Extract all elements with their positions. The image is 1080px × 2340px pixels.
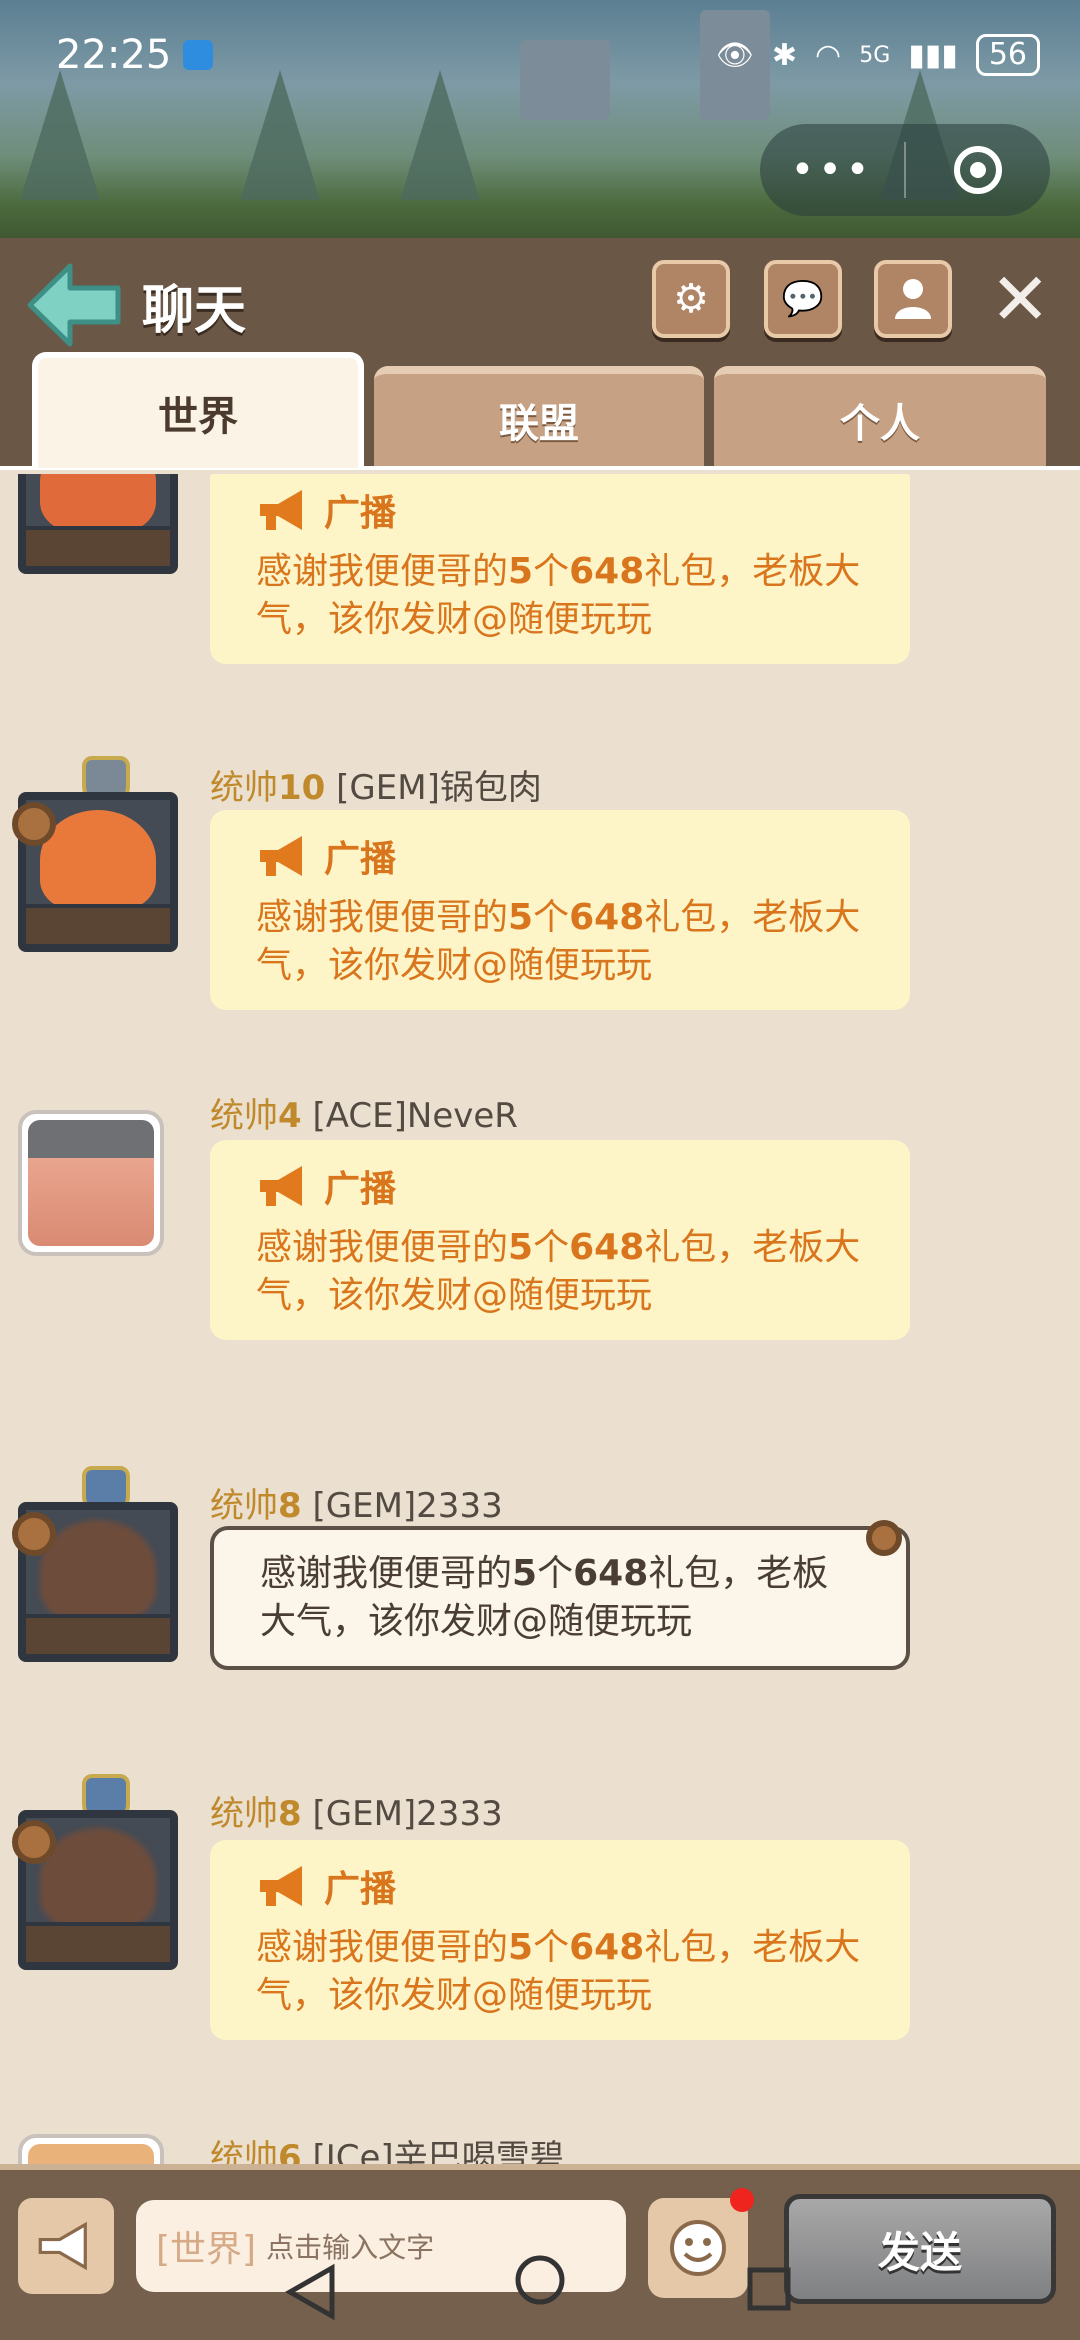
broadcast-bubble: 广播 感谢我便便哥的5个648礼包，老板大气，该你发财@随便玩玩	[210, 1140, 910, 1340]
message-text: 感谢我便便哥的5个648礼包，老板大气，该你发财@随便玩玩	[260, 1553, 829, 1642]
weather-icon	[183, 40, 214, 70]
gear-decoration-icon	[12, 1512, 56, 1556]
wifi-icon: ◠	[815, 37, 842, 73]
tree-decoration	[400, 70, 480, 200]
gear-decoration-icon	[12, 1820, 56, 1864]
player-name[interactable]: 统帅6 [ICe]辛巴喝雪碧	[210, 2130, 564, 2164]
battery-indicator: 56	[975, 34, 1040, 76]
megaphone-icon	[260, 836, 302, 876]
messages-button[interactable]: 💬	[764, 260, 842, 338]
chat-message-list[interactable]: 广播 感谢我便便哥的5个648礼包，老板大气，该你发财@随便玩玩 统帅10 [G…	[0, 474, 1080, 2164]
message-text: 感谢我便便哥的5个648礼包，老板大气，该你发财@随便玩玩	[256, 551, 861, 640]
gear-decoration-icon	[866, 1520, 902, 1556]
gear-icon: ⚙	[673, 276, 709, 322]
signal-icon: ▮▮▮	[908, 37, 958, 73]
chat-input-bar: [世界] 点击输入文字 发送	[0, 2164, 1080, 2340]
megaphone-icon	[260, 1866, 302, 1906]
avatar-frame[interactable]	[18, 1110, 178, 1270]
chat-bubble: 感谢我便便哥的5个648礼包，老板大气，该你发财@随便玩玩	[210, 1526, 910, 1670]
smiley-icon	[670, 2220, 726, 2276]
tab-alliance[interactable]: 联盟	[374, 366, 704, 466]
emoji-button[interactable]	[648, 2198, 748, 2298]
send-button[interactable]: 发送	[784, 2194, 1056, 2304]
more-menu-icon[interactable]: •••	[760, 147, 904, 193]
channel-tag: [世界]	[156, 2229, 257, 2270]
eye-icon: 👁	[715, 37, 754, 73]
chat-header: 聊天 ⚙ 💬 ✕ 世界 联盟 个人	[0, 238, 1080, 470]
player-name[interactable]: 统帅4 [ACE]NeveR	[210, 1088, 518, 1137]
avatar-frame[interactable]	[12, 1466, 178, 1662]
gear-decoration-icon	[12, 802, 56, 846]
broadcast-button[interactable]	[18, 2198, 114, 2294]
tree-decoration	[240, 70, 320, 200]
broadcast-bubble: 广播 感谢我便便哥的5个648礼包，老板大气，该你发财@随便玩玩	[210, 474, 910, 664]
avatar-frame[interactable]	[12, 1774, 178, 1970]
bluetooth-icon: ✱	[771, 37, 798, 73]
broadcast-label: 广播	[324, 1869, 397, 1910]
status-bar: 22:25 👁 ✱ ◠ 5G ▮▮▮ 56	[56, 30, 1040, 80]
chat-bubbles-icon: 💬	[781, 279, 825, 319]
back-arrow-icon[interactable]	[24, 260, 124, 350]
profile-button[interactable]	[874, 260, 952, 338]
settings-button[interactable]: ⚙	[652, 260, 730, 338]
target-icon	[954, 146, 1002, 194]
tree-decoration	[20, 70, 100, 200]
broadcast-label: 广播	[324, 839, 397, 880]
game-banner: 22:25 👁 ✱ ◠ 5G ▮▮▮ 56 •••	[0, 0, 1080, 240]
broadcast-label: 广播	[324, 1169, 397, 1210]
close-miniprogram-button[interactable]	[906, 146, 1050, 194]
player-name[interactable]: 统帅10 [GEM]锅包肉	[210, 760, 542, 809]
avatar-frame[interactable]	[18, 2134, 178, 2164]
miniprogram-capsule: •••	[760, 124, 1050, 216]
player-name[interactable]: 统帅8 [GEM]2333	[210, 1478, 503, 1527]
megaphone-icon	[260, 1166, 302, 1206]
avatar-frame[interactable]	[18, 474, 178, 574]
input-placeholder: 点击输入文字	[266, 2231, 435, 2264]
broadcast-bubble: 广播 感谢我便便哥的5个648礼包，老板大气，该你发财@随便玩玩	[210, 1840, 910, 2040]
megaphone-icon	[38, 2221, 87, 2271]
close-icon[interactable]: ✕	[990, 260, 1050, 338]
broadcast-label: 广播	[324, 493, 397, 534]
status-time: 22:25	[56, 32, 172, 78]
person-icon	[895, 279, 931, 319]
message-input[interactable]: [世界] 点击输入文字	[136, 2200, 626, 2292]
message-text: 感谢我便便哥的5个648礼包，老板大气，该你发财@随便玩玩	[256, 1927, 861, 2016]
megaphone-icon	[260, 490, 302, 530]
avatar-frame[interactable]	[12, 756, 178, 952]
notification-dot	[730, 2188, 754, 2212]
network-label: 5G	[859, 42, 891, 68]
tab-world[interactable]: 世界	[32, 352, 364, 468]
player-name[interactable]: 统帅8 [GEM]2333	[210, 1786, 503, 1835]
page-title: 聊天	[142, 281, 247, 341]
broadcast-bubble: 广播 感谢我便便哥的5个648礼包，老板大气，该你发财@随便玩玩	[210, 810, 910, 1010]
message-text: 感谢我便便哥的5个648礼包，老板大气，该你发财@随便玩玩	[256, 1227, 861, 1316]
message-text: 感谢我便便哥的5个648礼包，老板大气，该你发财@随便玩玩	[256, 897, 861, 986]
tab-personal[interactable]: 个人	[714, 366, 1046, 466]
